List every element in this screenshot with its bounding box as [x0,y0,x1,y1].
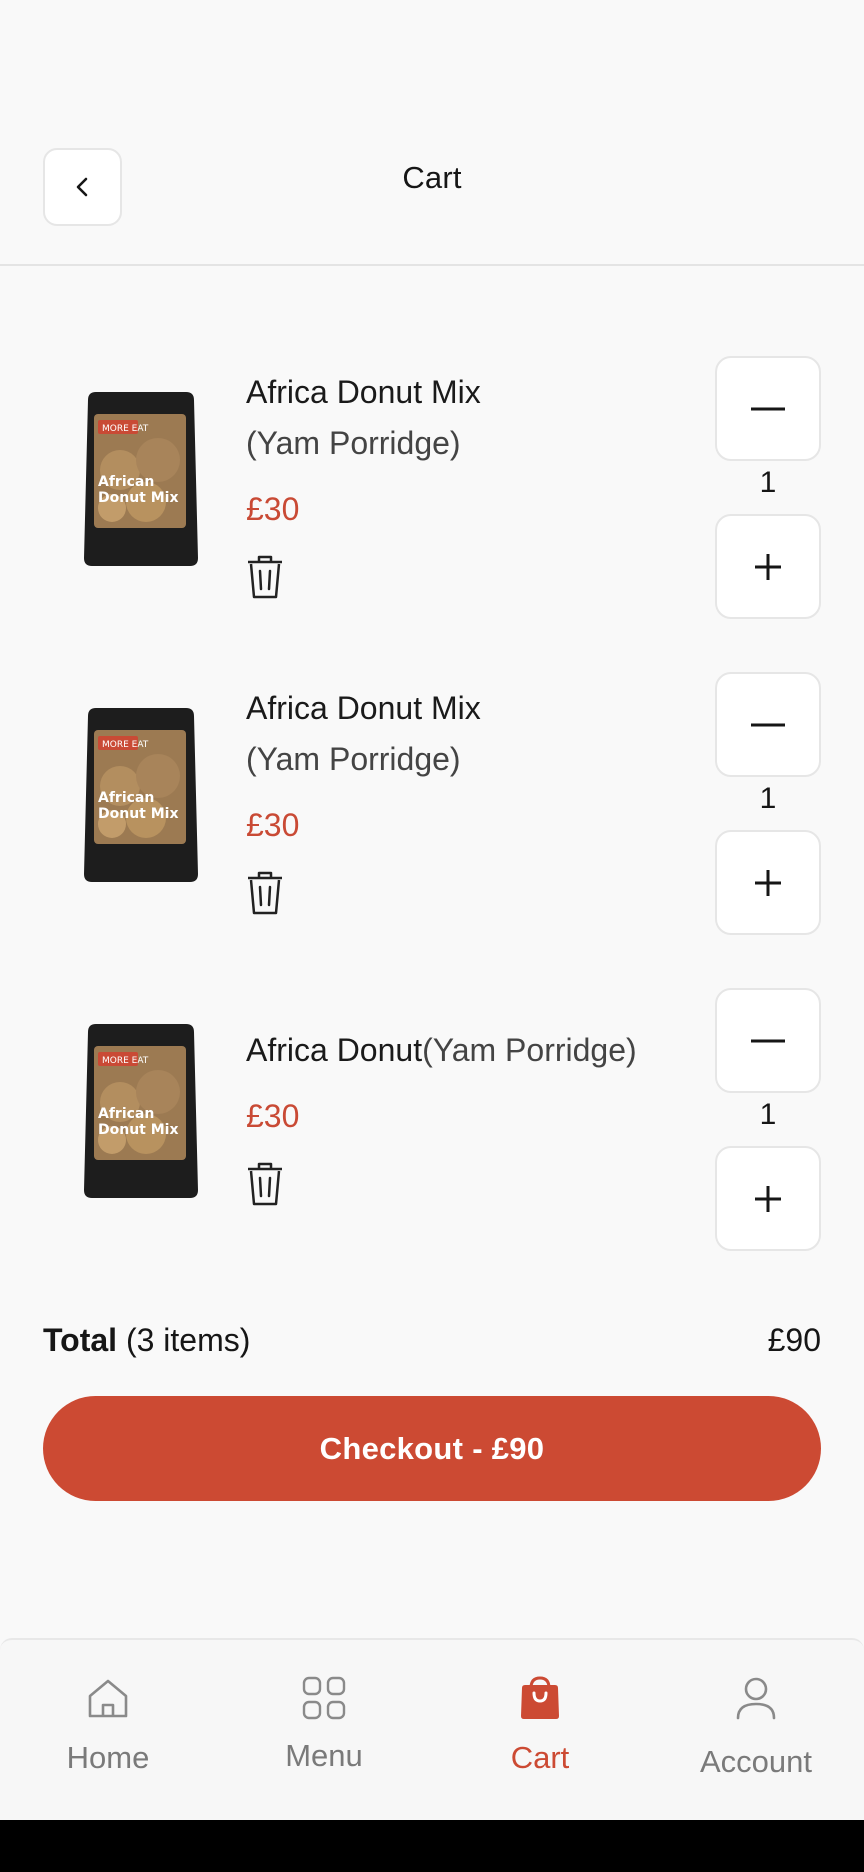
item-variant: (Yam Porridge) [422,1032,637,1068]
increase-quantity-button[interactable] [715,514,821,619]
plus-icon [755,869,781,896]
quantity-value: 1 [759,1098,777,1131]
nav-label: Cart [510,1740,570,1775]
page-title: Cart [402,160,462,195]
svg-text:African: African [98,1106,154,1122]
cart-item: MORE EAT African Donut Mix Africa Donut(… [0,972,864,1251]
checkout-button[interactable]: Checkout - £90 [43,1396,821,1501]
shopping-bag-icon [521,1676,559,1719]
svg-text:MORE EAT: MORE EAT [102,424,149,434]
total-label-text: Total [43,1322,118,1358]
cart-item: MORE EAT African Donut Mix Africa Donut … [0,340,864,619]
trash-icon[interactable] [246,1161,284,1207]
minus-icon [751,407,785,410]
svg-text:Donut Mix: Donut Mix [98,1122,179,1138]
svg-text:Donut Mix: Donut Mix [98,806,179,822]
svg-text:Donut Mix: Donut Mix [98,490,179,506]
trash-icon[interactable] [246,554,284,600]
quantity-value: 1 [759,466,777,499]
plus-icon [755,553,781,580]
item-price: £30 [246,491,300,527]
bottom-navigation: Home Menu Cart Account [0,1638,864,1820]
nav-label: Menu [285,1738,363,1773]
trash-icon[interactable] [246,870,284,916]
svg-text:African: African [98,474,154,490]
increase-quantity-button[interactable] [715,1146,821,1251]
nav-home[interactable]: Home [0,1640,216,1822]
item-price: £30 [246,1098,300,1134]
home-icon [88,1679,128,1718]
minus-icon [751,1039,785,1042]
user-icon [736,1677,776,1720]
cart-screen: Cart MORE EAT African Donut Mix Africa D… [0,0,864,1872]
checkout-label: Checkout - £90 [319,1430,545,1466]
nav-account[interactable]: Account [648,1640,864,1822]
total-value: £90 [767,1322,821,1358]
minus-icon [751,723,785,726]
product-image: MORE EAT African Donut Mix [84,1024,198,1198]
product-image: MORE EAT African Donut Mix [84,392,198,566]
svg-text:African: African [98,790,154,806]
product-image: MORE EAT African Donut Mix [84,708,198,882]
total-item-count: (3 items) [125,1322,251,1358]
item-name: Africa Donut Mix [246,690,481,726]
cart-item: MORE EAT African Donut Mix Africa Donut … [0,656,864,935]
grid-icon [302,1676,346,1720]
decrease-quantity-button[interactable] [715,672,821,777]
item-name: Africa Donut Mix [246,374,481,410]
quantity-value: 1 [759,782,777,815]
nav-cart[interactable]: Cart [432,1640,648,1822]
nav-menu[interactable]: Menu [216,1640,432,1822]
svg-text:MORE EAT: MORE EAT [102,1056,149,1066]
item-name-text: Africa Donut [246,1032,423,1068]
item-variant: (Yam Porridge) [246,425,461,461]
svg-text:MORE EAT: MORE EAT [102,740,149,750]
header-divider [0,264,864,266]
system-navigation-bar [0,1820,864,1872]
decrease-quantity-button[interactable] [715,356,821,461]
total-label: Total (3 items) [43,1322,250,1359]
nav-label: Account [699,1744,812,1779]
decrease-quantity-button[interactable] [715,988,821,1093]
increase-quantity-button[interactable] [715,830,821,935]
item-name: Africa Donut(Yam Porridge) [246,1032,637,1069]
item-variant: (Yam Porridge) [246,741,461,777]
plus-icon [755,1185,781,1212]
item-price: £30 [246,807,300,843]
nav-label: Home [66,1740,150,1775]
